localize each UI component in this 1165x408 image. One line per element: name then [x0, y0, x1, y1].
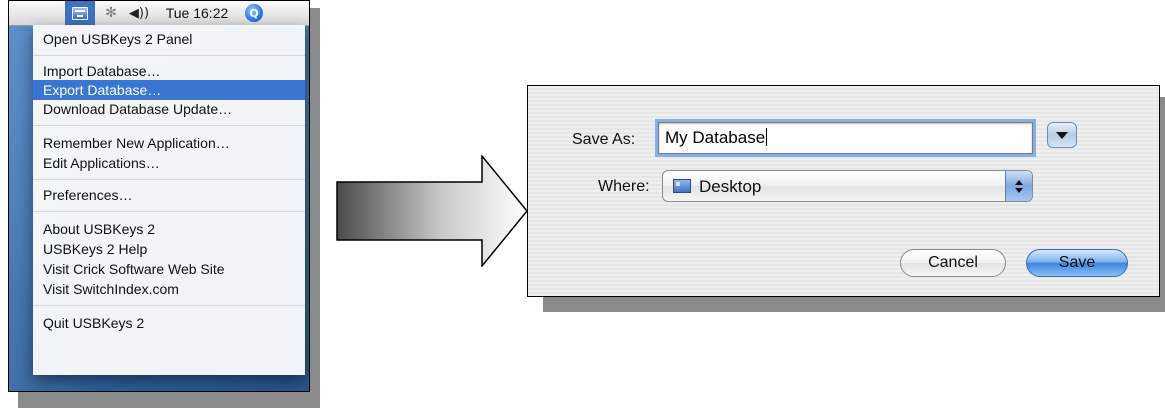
menu-screenshot: ✻ ◀)) Tue 16:22 Q Open USBKeys 2 Panel I… [8, 0, 310, 392]
menu-item-open-panel[interactable]: Open USBKeys 2 Panel [33, 29, 305, 49]
cancel-button[interactable]: Cancel [900, 249, 1006, 277]
menu-item-visit-crick[interactable]: Visit Crick Software Web Site [33, 259, 305, 279]
menu-item-remember-application[interactable]: Remember New Application… [33, 133, 305, 153]
menu-separator [33, 305, 305, 306]
usbkeys-icon [72, 6, 88, 20]
usbkeys-dropdown-menu: Open USBKeys 2 Panel Import Database… Ex… [33, 25, 305, 375]
disclosure-triangle-icon [1056, 131, 1068, 139]
desktop-folder-icon [673, 179, 691, 193]
save-as-input[interactable]: My Database [658, 122, 1033, 154]
spotlight-button[interactable]: Q [241, 1, 267, 25]
text-caret [766, 128, 768, 146]
menu-item-quit[interactable]: Quit USBKeys 2 [33, 313, 305, 333]
menu-item-export-database[interactable]: Export Database… [33, 80, 305, 100]
save-button[interactable]: Save [1026, 249, 1128, 277]
menu-separator [33, 211, 305, 212]
menu-item-visit-switchindex[interactable]: Visit SwitchIndex.com [33, 279, 305, 299]
expand-dialog-button[interactable] [1047, 122, 1077, 148]
menu-item-import-database[interactable]: Import Database… [33, 61, 305, 81]
bluetooth-icon[interactable]: ✻ [103, 1, 119, 25]
save-as-label: Save As: [572, 131, 636, 148]
menu-item-help[interactable]: USBKeys 2 Help [33, 239, 305, 259]
menu-separator [33, 179, 305, 180]
menubar-clock[interactable]: Tue 16:22 [159, 1, 235, 25]
where-label: Where: [598, 178, 650, 195]
spotlight-icon: Q [245, 4, 263, 22]
popup-arrows-icon [1005, 171, 1032, 201]
where-value: Desktop [699, 177, 762, 196]
menu-item-preferences[interactable]: Preferences… [33, 185, 305, 205]
menu-item-edit-applications[interactable]: Edit Applications… [33, 153, 305, 173]
menu-bar: ✻ ◀)) Tue 16:22 Q [9, 1, 309, 26]
save-as-value: My Database [665, 128, 766, 147]
menu-item-download-update[interactable]: Download Database Update… [33, 99, 305, 119]
right-arrow-icon [336, 155, 528, 267]
usbkeys-menu-extra[interactable] [65, 1, 95, 25]
volume-icon[interactable]: ◀)) [127, 1, 151, 25]
menu-separator [33, 55, 305, 56]
save-dialog: Save As: My Database Where: Desktop Canc… [527, 85, 1160, 297]
menu-item-about[interactable]: About USBKeys 2 [33, 219, 305, 239]
menu-separator [33, 125, 305, 126]
where-popup-button[interactable]: Desktop [662, 170, 1033, 202]
